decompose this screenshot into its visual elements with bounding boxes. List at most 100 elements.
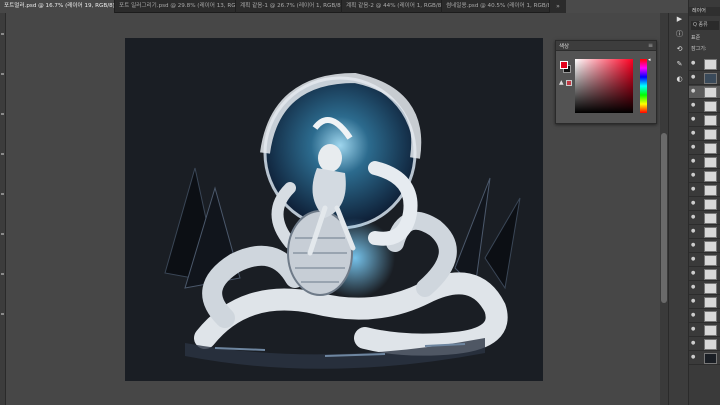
layer-row[interactable]: ●: [689, 128, 720, 141]
eye-icon[interactable]: ●: [691, 103, 696, 108]
eye-icon[interactable]: ●: [691, 313, 696, 318]
layer-row[interactable]: ●: [689, 338, 720, 351]
layer-thumbnail: [704, 185, 717, 196]
layer-row[interactable]: ●: [689, 254, 720, 267]
layer-row[interactable]: ●: [689, 170, 720, 183]
tab-label: 썸네일용.psd @ 40.5% (레이어 1, RGB/8) *: [446, 3, 550, 9]
eye-icon[interactable]: ●: [691, 61, 696, 66]
layer-thumbnail: [704, 255, 717, 266]
layer-row[interactable]: ●: [689, 324, 720, 337]
vertical-scrollbar[interactable]: [660, 13, 668, 405]
layer-row[interactable]: ●: [689, 72, 720, 85]
brush-icon[interactable]: ✎: [673, 58, 686, 70]
tab-portrait[interactable]: 포트멀러.psd @ 16.7% (레이어 19, RGB/8) ×: [0, 0, 115, 13]
layers-tab[interactable]: 레이어: [689, 7, 720, 16]
eye-icon[interactable]: ●: [691, 159, 696, 164]
tool-marker[interactable]: [1, 233, 4, 235]
layer-thumbnail: [704, 227, 717, 238]
lock-label: 잠그기:: [691, 46, 707, 52]
artwork-canvas[interactable]: [125, 38, 543, 381]
layer-thumbnail: [704, 157, 717, 168]
layer-row[interactable]: ●: [689, 198, 720, 211]
eye-icon[interactable]: ●: [691, 341, 696, 346]
eye-icon[interactable]: ●: [691, 89, 696, 94]
layer-row[interactable]: ●: [689, 352, 720, 365]
hue-caret-icon: ◂: [648, 57, 651, 63]
eye-icon[interactable]: ●: [691, 257, 696, 262]
layer-thumbnail: [704, 87, 717, 98]
gamut-warning-icon: ▲: [559, 79, 564, 86]
layer-row[interactable]: ●: [689, 184, 720, 197]
layer-filter-input[interactable]: Q 종류: [691, 21, 719, 30]
layer-thumbnail: [704, 311, 717, 322]
layer-thumbnail: [704, 339, 717, 350]
scroll-thumb[interactable]: [661, 133, 667, 303]
layer-row[interactable]: ●: [689, 58, 720, 71]
eye-icon[interactable]: ●: [691, 327, 696, 332]
tab-portrait-drawing[interactable]: 포트 일러그리기.psd @ 29.8% (레이어 13, RGB/8) ×: [115, 0, 236, 13]
tool-marker[interactable]: [1, 153, 4, 155]
blend-mode-select[interactable]: 표준: [691, 34, 719, 42]
eye-icon[interactable]: ●: [691, 131, 696, 136]
document-tab-bar: 포트멀러.psd @ 16.7% (레이어 19, RGB/8) × 포트 일러…: [0, 0, 550, 13]
layer-row[interactable]: ●: [689, 114, 720, 127]
eye-icon[interactable]: ●: [691, 75, 696, 80]
tab-label: 포트 일러그리기.psd @ 29.8% (레이어 13, RGB/8): [119, 3, 236, 9]
eye-icon[interactable]: ●: [691, 201, 696, 206]
layer-row[interactable]: ●: [689, 268, 720, 281]
tool-marker[interactable]: [1, 313, 4, 315]
layer-thumbnail: [704, 59, 717, 70]
layer-row-selected[interactable]: ●: [689, 86, 720, 99]
hue-slider[interactable]: [640, 59, 647, 113]
eye-icon[interactable]: ●: [691, 271, 696, 276]
layer-thumbnail: [704, 73, 717, 84]
layer-thumbnail: [704, 297, 717, 308]
play-icon[interactable]: ▶: [673, 13, 686, 25]
layer-row[interactable]: ●: [689, 212, 720, 225]
layer-thumbnail: [704, 199, 717, 210]
tab-overflow-button[interactable]: »: [550, 0, 566, 13]
tool-marker[interactable]: [1, 73, 4, 75]
eye-icon[interactable]: ●: [691, 173, 696, 178]
tab-plan-2[interactable]: 계획 같음-2 @ 44% (레이어 1, RGB/8) * ×: [342, 0, 442, 13]
tab-plan-1[interactable]: 계획 같음-1 @ 26.7% (레이어 1, RGB/8) * ×: [236, 0, 342, 13]
layer-thumbnail: [704, 269, 717, 280]
layer-thumbnail: [704, 171, 717, 182]
layer-thumbnail: [704, 213, 717, 224]
eye-icon[interactable]: ●: [691, 285, 696, 290]
color-picker-field[interactable]: [575, 59, 633, 113]
gamut-swatch[interactable]: [566, 80, 572, 86]
layer-row[interactable]: ●: [689, 296, 720, 309]
eye-icon[interactable]: ●: [691, 243, 696, 248]
foreground-color-swatch[interactable]: [560, 61, 568, 69]
layer-row[interactable]: ●: [689, 100, 720, 113]
eye-icon[interactable]: ●: [691, 355, 696, 360]
panel-menu-icon[interactable]: ≡: [648, 42, 653, 49]
eye-icon[interactable]: ●: [691, 299, 696, 304]
eye-icon[interactable]: ●: [691, 117, 696, 122]
tab-label: 계획 같음-2 @ 44% (레이어 1, RGB/8) *: [346, 3, 442, 9]
layer-row[interactable]: ●: [689, 226, 720, 239]
eye-icon[interactable]: ●: [691, 229, 696, 234]
tool-marker[interactable]: [1, 33, 4, 35]
tool-marker[interactable]: [1, 113, 4, 115]
illustration: [164, 72, 521, 369]
layer-thumbnail: [704, 353, 717, 364]
eye-icon[interactable]: ●: [691, 187, 696, 192]
layer-row[interactable]: ●: [689, 240, 720, 253]
adjust-icon[interactable]: ◐: [673, 73, 686, 85]
info-icon[interactable]: ⓘ: [673, 28, 686, 40]
layer-row[interactable]: ●: [689, 310, 720, 323]
layers-panel: 레이어 Q 종류 표준 잠그기: ● ● ● ● ● ● ● ● ● ● ● ●…: [688, 0, 720, 405]
tool-marker[interactable]: [1, 193, 4, 195]
tab-label: 계획 같음-1 @ 26.7% (레이어 1, RGB/8) *: [240, 3, 342, 9]
tab-thumbnail[interactable]: 썸네일용.psd @ 40.5% (레이어 1, RGB/8) * ×: [442, 0, 550, 13]
layer-row[interactable]: ●: [689, 156, 720, 169]
layer-thumbnail: [704, 101, 717, 112]
eye-icon[interactable]: ●: [691, 215, 696, 220]
layer-row[interactable]: ●: [689, 282, 720, 295]
eye-icon[interactable]: ●: [691, 145, 696, 150]
history-icon[interactable]: ⟲: [673, 43, 686, 55]
tool-marker[interactable]: [1, 273, 4, 275]
layer-row[interactable]: ●: [689, 142, 720, 155]
